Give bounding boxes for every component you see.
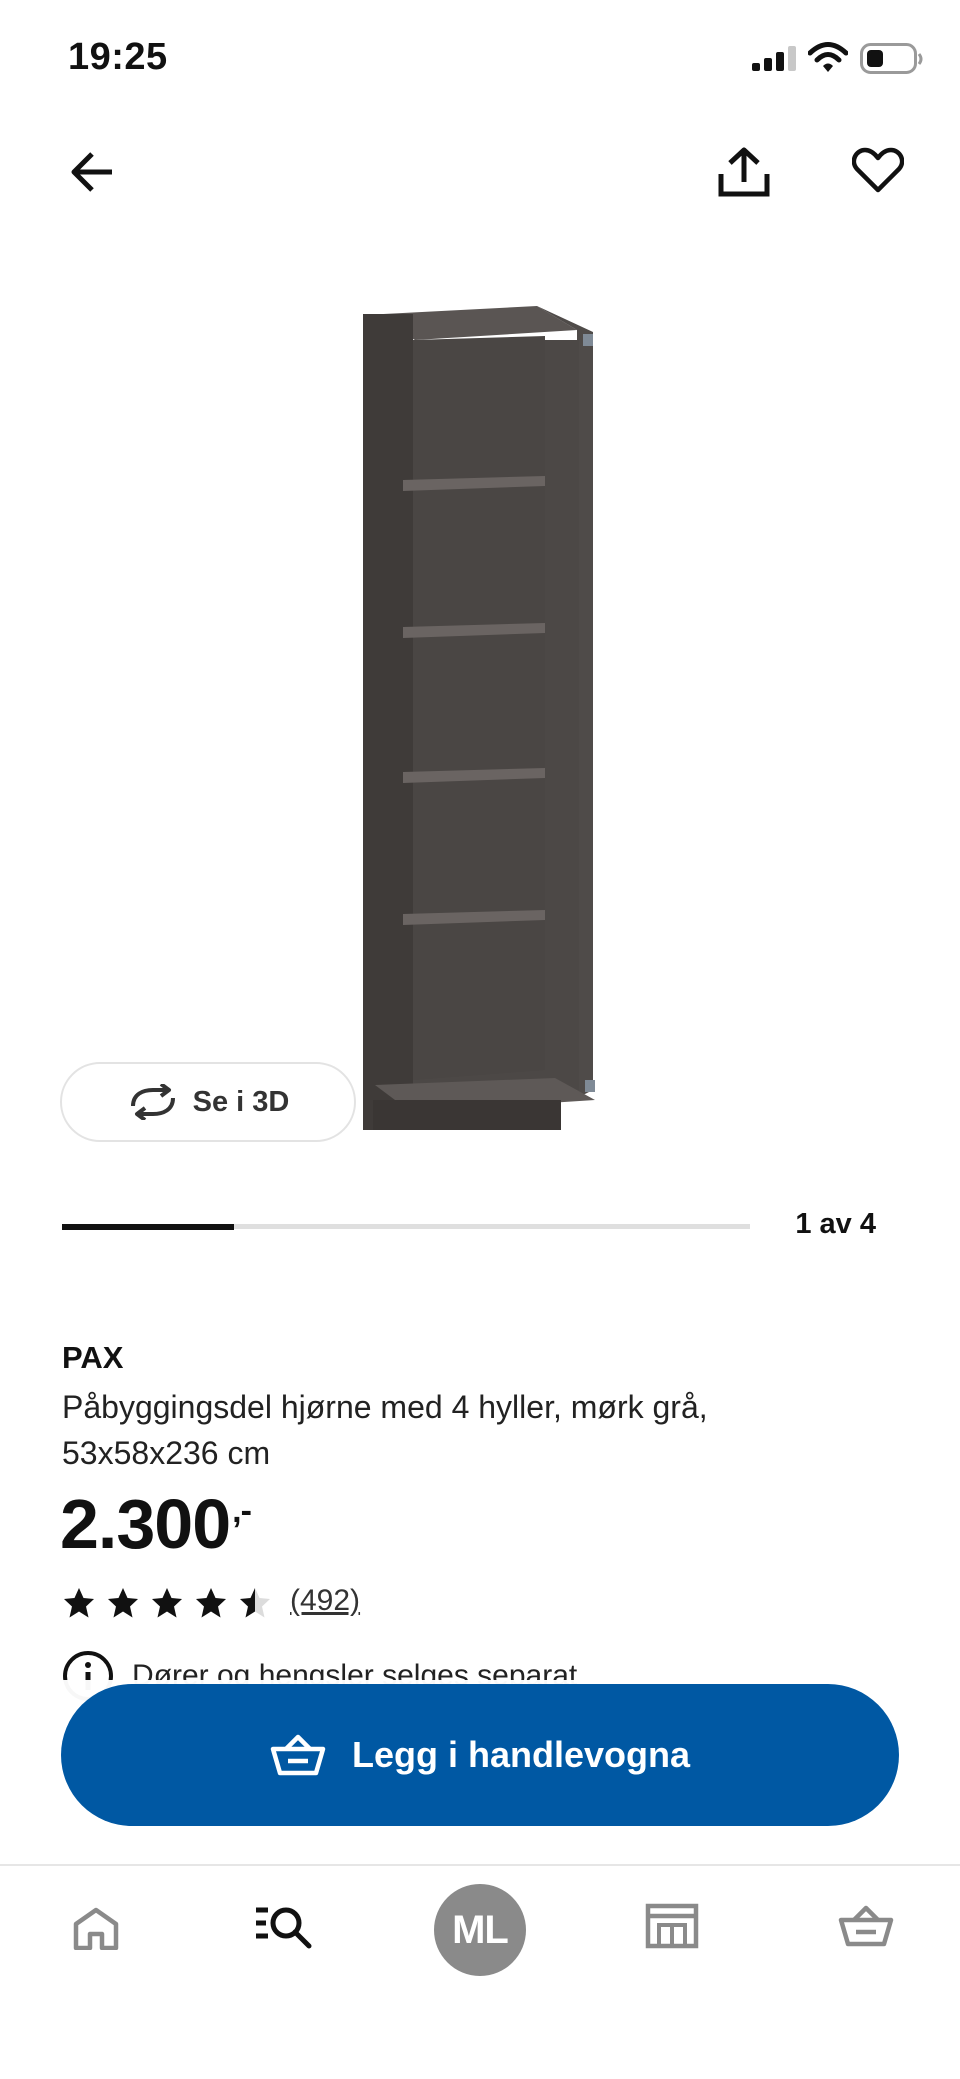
store-icon — [645, 1903, 699, 1949]
gallery-counter: 1 av 4 — [795, 1208, 876, 1240]
add-to-cart-button[interactable]: Legg i handlevogna — [61, 1684, 899, 1826]
view-3d-button[interactable]: Se i 3D — [60, 1062, 356, 1142]
search-list-icon — [256, 1907, 312, 1949]
price-value: 2.300 — [60, 1485, 231, 1563]
rotate-arrows-icon — [130, 1084, 175, 1120]
add-to-cart-label: Legg i handlevogna — [351, 1734, 691, 1775]
product-price: 2.300 ,- — [60, 1484, 252, 1564]
tab-profile-avatar[interactable]: ML — [434, 1884, 526, 1976]
share-button[interactable] — [710, 138, 778, 206]
share-icon — [718, 147, 770, 197]
price-suffix: ,- — [232, 1492, 252, 1530]
basket-icon — [838, 1905, 894, 1947]
tab-cart[interactable] — [832, 1894, 900, 1958]
signal-icon — [752, 46, 798, 77]
arrow-left-icon — [71, 152, 112, 192]
view-3d-label: Se i 3D — [192, 1085, 290, 1118]
favorite-button[interactable] — [846, 138, 910, 202]
product-image[interactable] — [355, 300, 605, 1137]
star-icon — [108, 1588, 138, 1618]
heart-icon — [852, 147, 904, 193]
tab-store[interactable] — [640, 1894, 704, 1958]
product-description: Påbyggingsdel hjørne med 4 hyller, mørk … — [62, 1389, 708, 1471]
tab-home[interactable] — [60, 1896, 132, 1960]
gallery-progress — [62, 1223, 750, 1230]
tab-search[interactable] — [252, 1894, 316, 1958]
home-icon — [73, 1907, 119, 1950]
rating-stars[interactable] — [60, 1586, 274, 1620]
back-button[interactable] — [60, 140, 124, 204]
star-icon — [152, 1588, 182, 1618]
star-icon — [64, 1588, 94, 1618]
wifi-icon — [807, 42, 849, 79]
profile-initials: ML — [452, 1907, 509, 1952]
star-icon — [240, 1588, 270, 1618]
battery-icon — [860, 43, 924, 80]
status-time: 19:25 — [68, 36, 168, 78]
star-icon — [196, 1588, 226, 1618]
product-brand: PAX — [62, 1340, 124, 1375]
gallery-progress-fill — [62, 1223, 234, 1230]
reviews-link[interactable]: (492) — [290, 1584, 360, 1618]
basket-icon — [270, 1734, 326, 1776]
